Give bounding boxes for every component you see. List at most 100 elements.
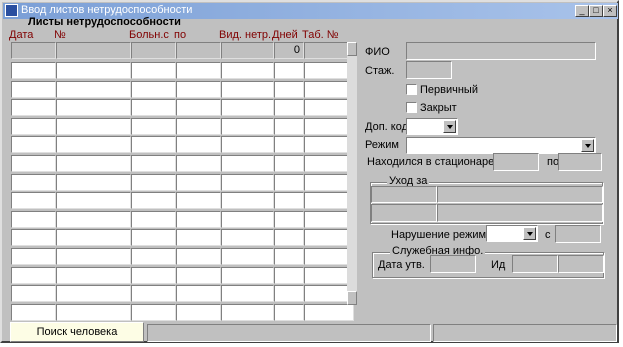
cell-days[interactable] bbox=[274, 210, 304, 228]
cell-days[interactable] bbox=[274, 155, 304, 172]
cell-date[interactable] bbox=[11, 229, 56, 247]
cell-days[interactable] bbox=[274, 80, 304, 98]
cell-number[interactable] bbox=[56, 229, 131, 247]
cell-type[interactable] bbox=[221, 303, 274, 321]
minimize-button[interactable]: _ bbox=[575, 5, 589, 17]
cell-date[interactable] bbox=[11, 155, 56, 172]
cell-sick-from[interactable] bbox=[131, 210, 176, 228]
hospital-from-field[interactable] bbox=[493, 153, 539, 171]
fio-field[interactable] bbox=[406, 42, 596, 60]
cell-type[interactable] bbox=[221, 155, 274, 172]
grid-scrollbar[interactable] bbox=[347, 42, 357, 305]
violation-chevron-down-icon[interactable] bbox=[523, 227, 536, 240]
app-icon[interactable] bbox=[5, 4, 18, 17]
cell-number[interactable] bbox=[56, 155, 131, 172]
dop-kod-chevron-down-icon[interactable] bbox=[443, 120, 456, 133]
cell-date[interactable] bbox=[11, 117, 56, 135]
cell-number[interactable] bbox=[56, 303, 131, 321]
cell-to[interactable] bbox=[176, 303, 221, 321]
care-field-4[interactable] bbox=[437, 204, 603, 222]
cell-date[interactable] bbox=[11, 99, 56, 117]
primary-checkbox[interactable] bbox=[406, 84, 417, 95]
rezhim-chevron-down-icon[interactable] bbox=[581, 139, 594, 152]
cell-date[interactable] bbox=[11, 248, 56, 265]
cell-to[interactable] bbox=[176, 155, 221, 172]
cell-to[interactable] bbox=[176, 210, 221, 228]
cell-type[interactable] bbox=[221, 80, 274, 98]
maximize-button[interactable]: □ bbox=[589, 5, 603, 17]
scroll-thumb-top[interactable] bbox=[347, 42, 357, 56]
cell-sick-from[interactable] bbox=[131, 62, 176, 79]
cell-to[interactable] bbox=[176, 192, 221, 210]
cell-number[interactable] bbox=[56, 173, 131, 191]
cell-days[interactable] bbox=[274, 303, 304, 321]
cell-number[interactable] bbox=[56, 80, 131, 98]
cell-days[interactable] bbox=[274, 173, 304, 191]
dop-kod-dropdown[interactable] bbox=[406, 118, 458, 135]
cell-days[interactable] bbox=[274, 229, 304, 247]
cell-type[interactable] bbox=[221, 285, 274, 303]
cell-to[interactable] bbox=[176, 99, 221, 117]
cell-days[interactable] bbox=[274, 266, 304, 284]
cell-days[interactable] bbox=[274, 192, 304, 210]
cell-type[interactable] bbox=[221, 210, 274, 228]
cell-days[interactable] bbox=[274, 248, 304, 265]
cell-type[interactable] bbox=[221, 248, 274, 265]
cell-sick-from[interactable] bbox=[131, 229, 176, 247]
cell-number[interactable] bbox=[56, 136, 131, 154]
cell-sick-from[interactable] bbox=[131, 192, 176, 210]
cell-to[interactable] bbox=[176, 80, 221, 98]
cell-sick-from[interactable] bbox=[131, 136, 176, 154]
cell-sick-from[interactable] bbox=[131, 285, 176, 303]
care-field-1[interactable] bbox=[371, 186, 437, 203]
search-person-button[interactable]: Поиск человека bbox=[10, 322, 144, 342]
cell-number[interactable] bbox=[56, 192, 131, 210]
cell-sick-from[interactable] bbox=[131, 266, 176, 284]
stazh-field[interactable] bbox=[406, 61, 452, 79]
cell-to[interactable] bbox=[176, 117, 221, 135]
scroll-thumb-bottom[interactable] bbox=[347, 291, 357, 305]
hospital-to-field[interactable] bbox=[558, 153, 602, 171]
close-button[interactable]: × bbox=[603, 5, 617, 17]
rezhim-dropdown[interactable] bbox=[406, 137, 596, 154]
cell-type[interactable] bbox=[221, 62, 274, 79]
cell-sick-from[interactable] bbox=[131, 80, 176, 98]
violation-from-field[interactable] bbox=[555, 225, 601, 243]
cell-date[interactable] bbox=[11, 136, 56, 154]
cell-days[interactable] bbox=[274, 99, 304, 117]
cell-date[interactable] bbox=[11, 80, 56, 98]
cell-to[interactable] bbox=[176, 62, 221, 79]
cell-date[interactable] bbox=[11, 192, 56, 210]
id-field-2[interactable] bbox=[558, 255, 604, 273]
cell-sick-from[interactable] bbox=[131, 303, 176, 321]
cell-number[interactable] bbox=[56, 117, 131, 135]
violation-dropdown[interactable] bbox=[486, 225, 538, 242]
cell-sick-from[interactable] bbox=[131, 117, 176, 135]
cell-type[interactable] bbox=[221, 229, 274, 247]
cell-days[interactable] bbox=[274, 136, 304, 154]
cell-sick-from[interactable] bbox=[131, 155, 176, 172]
cell-number[interactable] bbox=[56, 285, 131, 303]
cell-sick-from[interactable] bbox=[131, 248, 176, 265]
cell-days[interactable] bbox=[274, 117, 304, 135]
cell-number[interactable] bbox=[56, 248, 131, 265]
cell-type[interactable] bbox=[221, 99, 274, 117]
cell-days[interactable] bbox=[274, 285, 304, 303]
cell-days[interactable] bbox=[274, 62, 304, 79]
closed-checkbox[interactable] bbox=[406, 102, 417, 113]
cell-type[interactable] bbox=[221, 136, 274, 154]
care-field-2[interactable] bbox=[437, 186, 603, 203]
cell-type[interactable] bbox=[221, 117, 274, 135]
cell-sick-from[interactable] bbox=[131, 173, 176, 191]
cell-to[interactable] bbox=[176, 248, 221, 265]
cell-date[interactable] bbox=[11, 303, 56, 321]
cell-to[interactable] bbox=[176, 173, 221, 191]
cell-number[interactable] bbox=[56, 99, 131, 117]
cell-sick-from[interactable] bbox=[131, 99, 176, 117]
cell-date[interactable] bbox=[11, 210, 56, 228]
cell-tab[interactable] bbox=[304, 303, 354, 321]
cell-date[interactable] bbox=[11, 285, 56, 303]
cell-type[interactable] bbox=[221, 192, 274, 210]
cell-to[interactable] bbox=[176, 229, 221, 247]
cell-number[interactable] bbox=[56, 62, 131, 79]
